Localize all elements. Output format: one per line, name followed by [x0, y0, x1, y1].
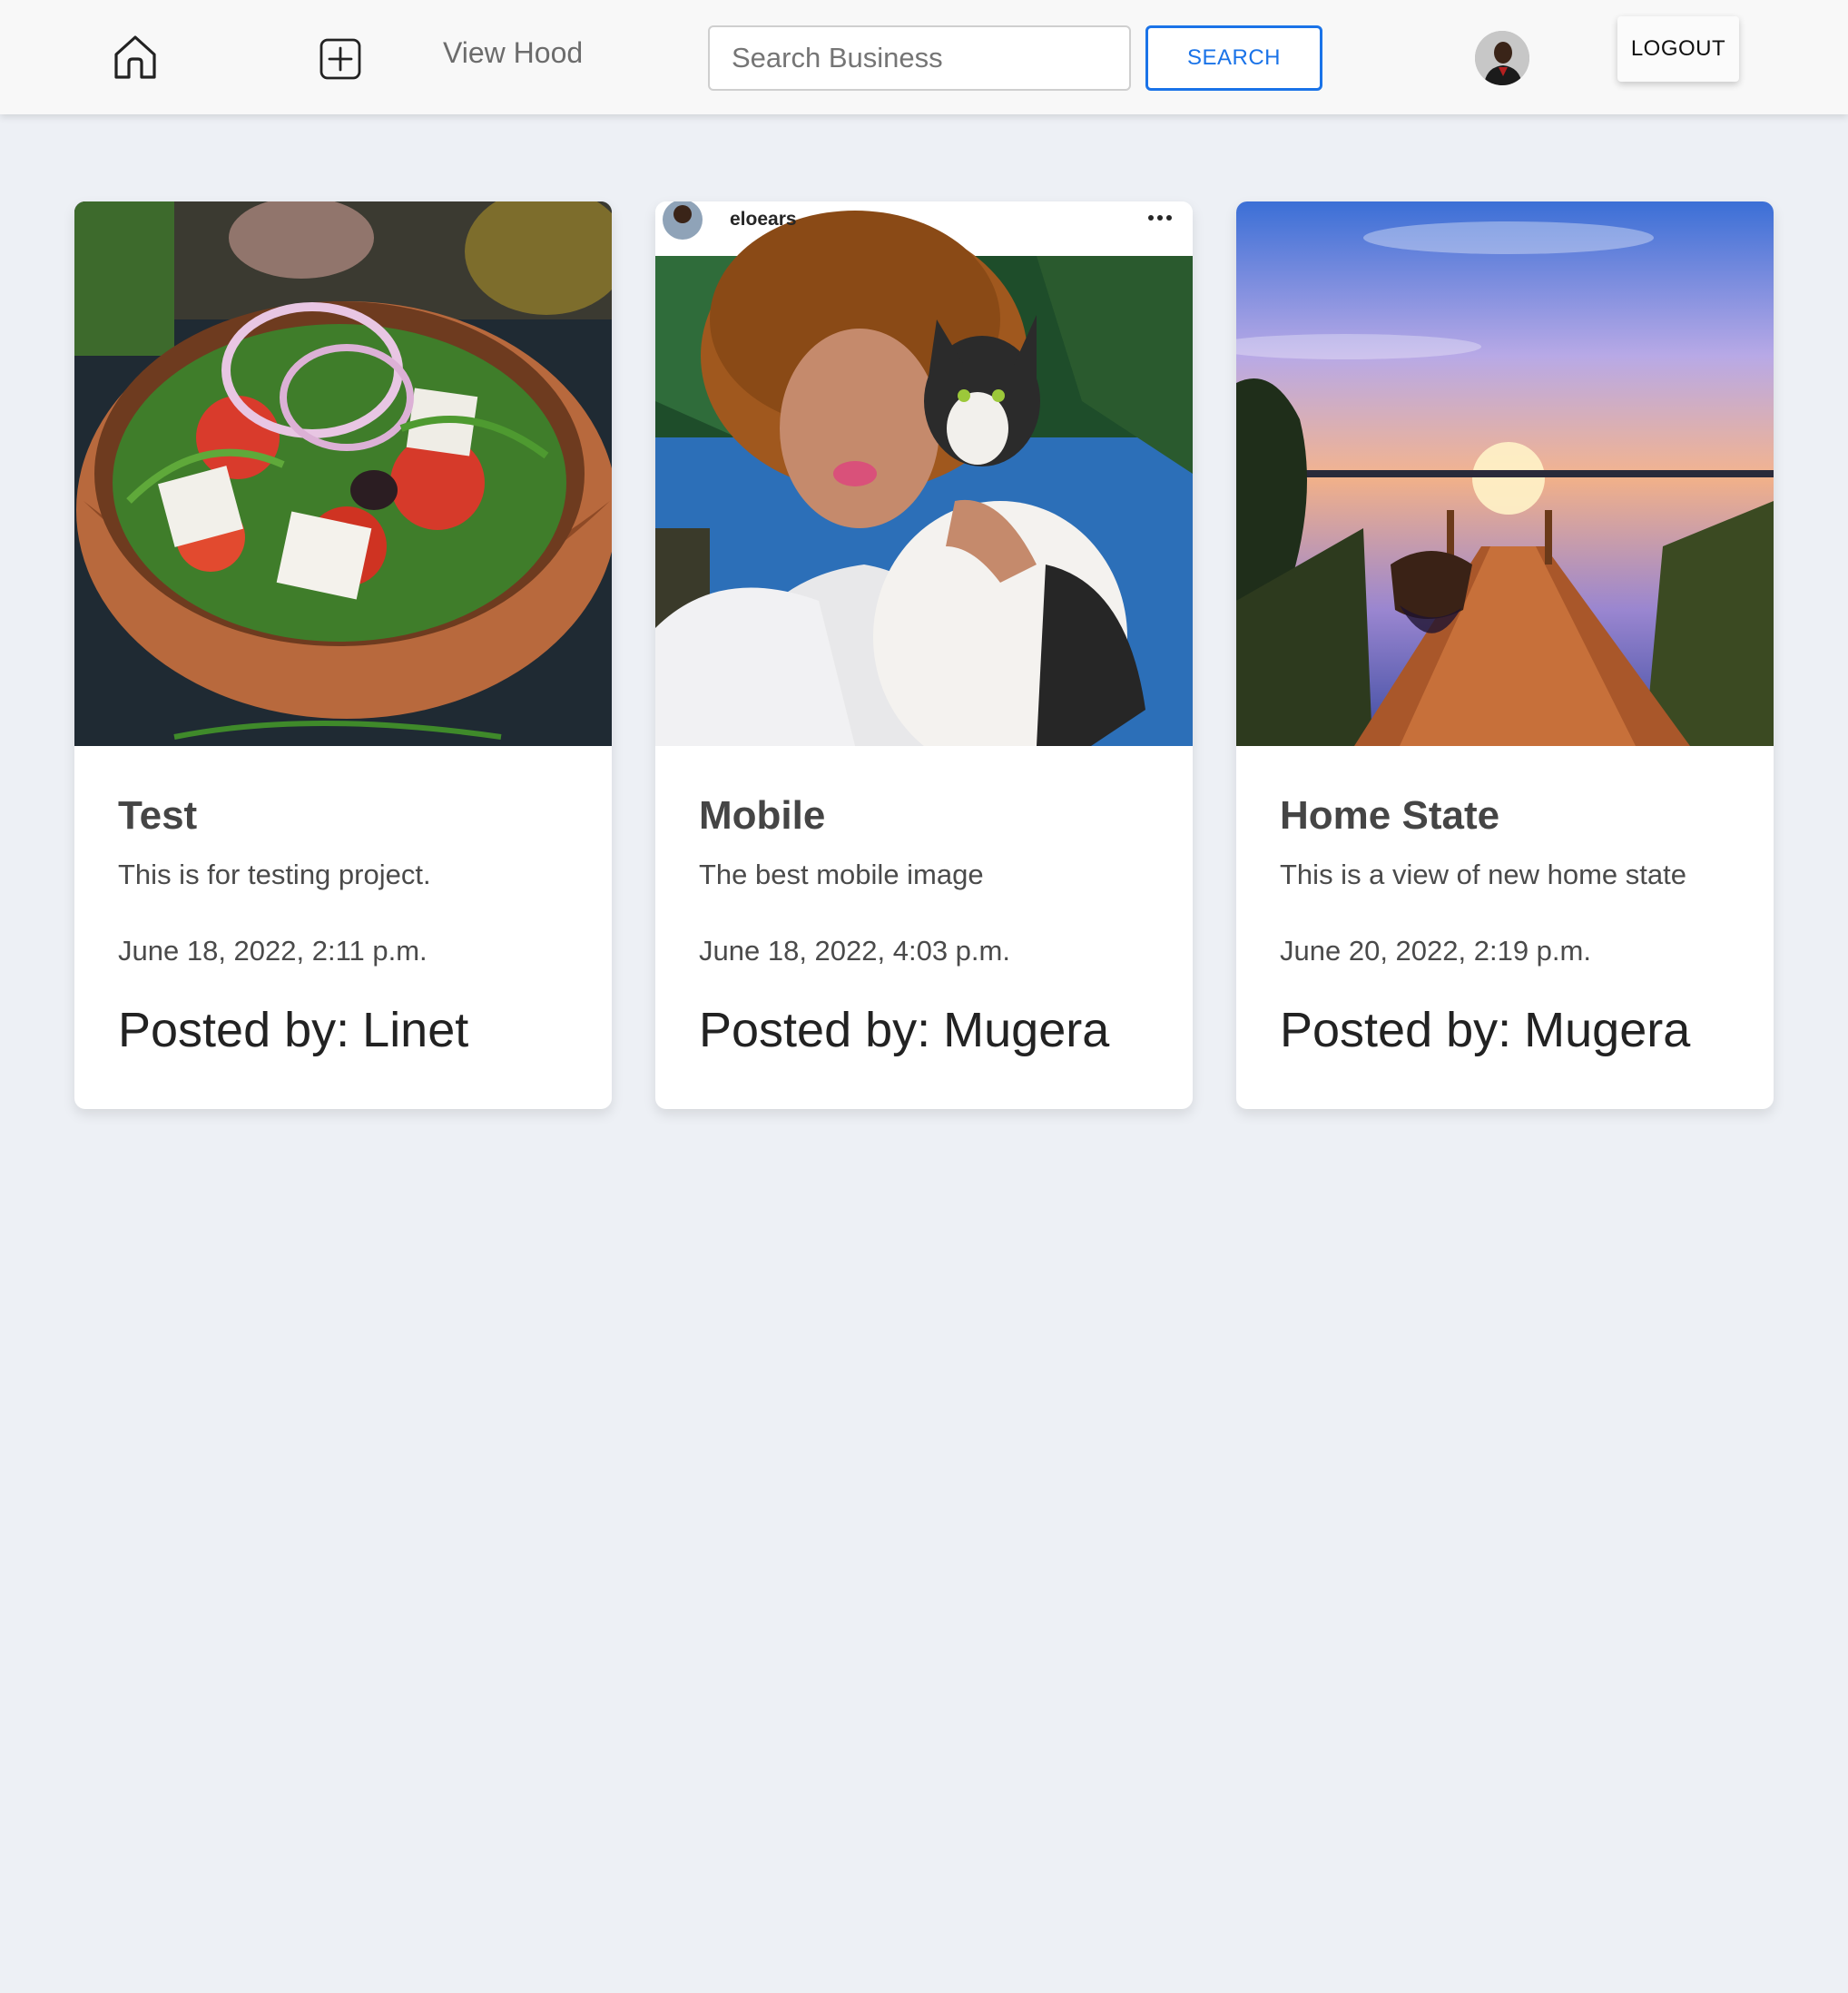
post-card[interactable]: eloears Mobile The best mobile image Jun…	[655, 201, 1193, 1109]
user-avatar[interactable]	[1475, 31, 1529, 85]
post-description: This is for testing project.	[118, 859, 431, 890]
navbar: View Hood SEARCH LOGOUT	[0, 0, 1848, 114]
search-business-input[interactable]	[708, 25, 1131, 91]
post-date: June 18, 2022, 2:11 p.m.	[118, 935, 428, 967]
search-button[interactable]: SEARCH	[1145, 25, 1322, 91]
post-image-mobile: eloears	[655, 201, 1193, 746]
post-description: This is a view of new home state	[1280, 859, 1686, 890]
post-author-line: Posted by: Linet	[118, 1002, 468, 1058]
post-author: Linet	[362, 1003, 469, 1057]
post-date: June 20, 2022, 2:19 p.m.	[1280, 935, 1591, 967]
post-title[interactable]: Mobile	[699, 793, 825, 839]
post-author: Mugera	[1524, 1003, 1691, 1057]
posted-by-label: Posted by:	[699, 1003, 931, 1057]
plus-square-icon[interactable]	[319, 38, 361, 80]
avatar-image	[1475, 31, 1529, 85]
post-image-salad	[74, 201, 612, 746]
post-image-lake	[1236, 201, 1774, 746]
post-card[interactable]: Home State This is a view of new home st…	[1236, 201, 1774, 1109]
post-title[interactable]: Test	[118, 793, 197, 839]
post-title[interactable]: Home State	[1280, 793, 1499, 839]
post-card[interactable]: Test This is for testing project. June 1…	[74, 201, 612, 1109]
view-hood-link[interactable]: View Hood	[443, 36, 583, 70]
post-author-line: Posted by: Mugera	[1280, 1002, 1690, 1058]
post-author: Mugera	[943, 1003, 1110, 1057]
home-icon[interactable]	[111, 33, 160, 82]
posted-by-label: Posted by:	[1280, 1003, 1512, 1057]
post-author-line: Posted by: Mugera	[699, 1002, 1109, 1058]
post-date: June 18, 2022, 4:03 p.m.	[699, 935, 1010, 967]
logout-button[interactable]: LOGOUT	[1617, 16, 1739, 82]
image-username: eloears	[730, 209, 797, 230]
post-description: The best mobile image	[699, 859, 984, 890]
posted-by-label: Posted by:	[118, 1003, 350, 1057]
